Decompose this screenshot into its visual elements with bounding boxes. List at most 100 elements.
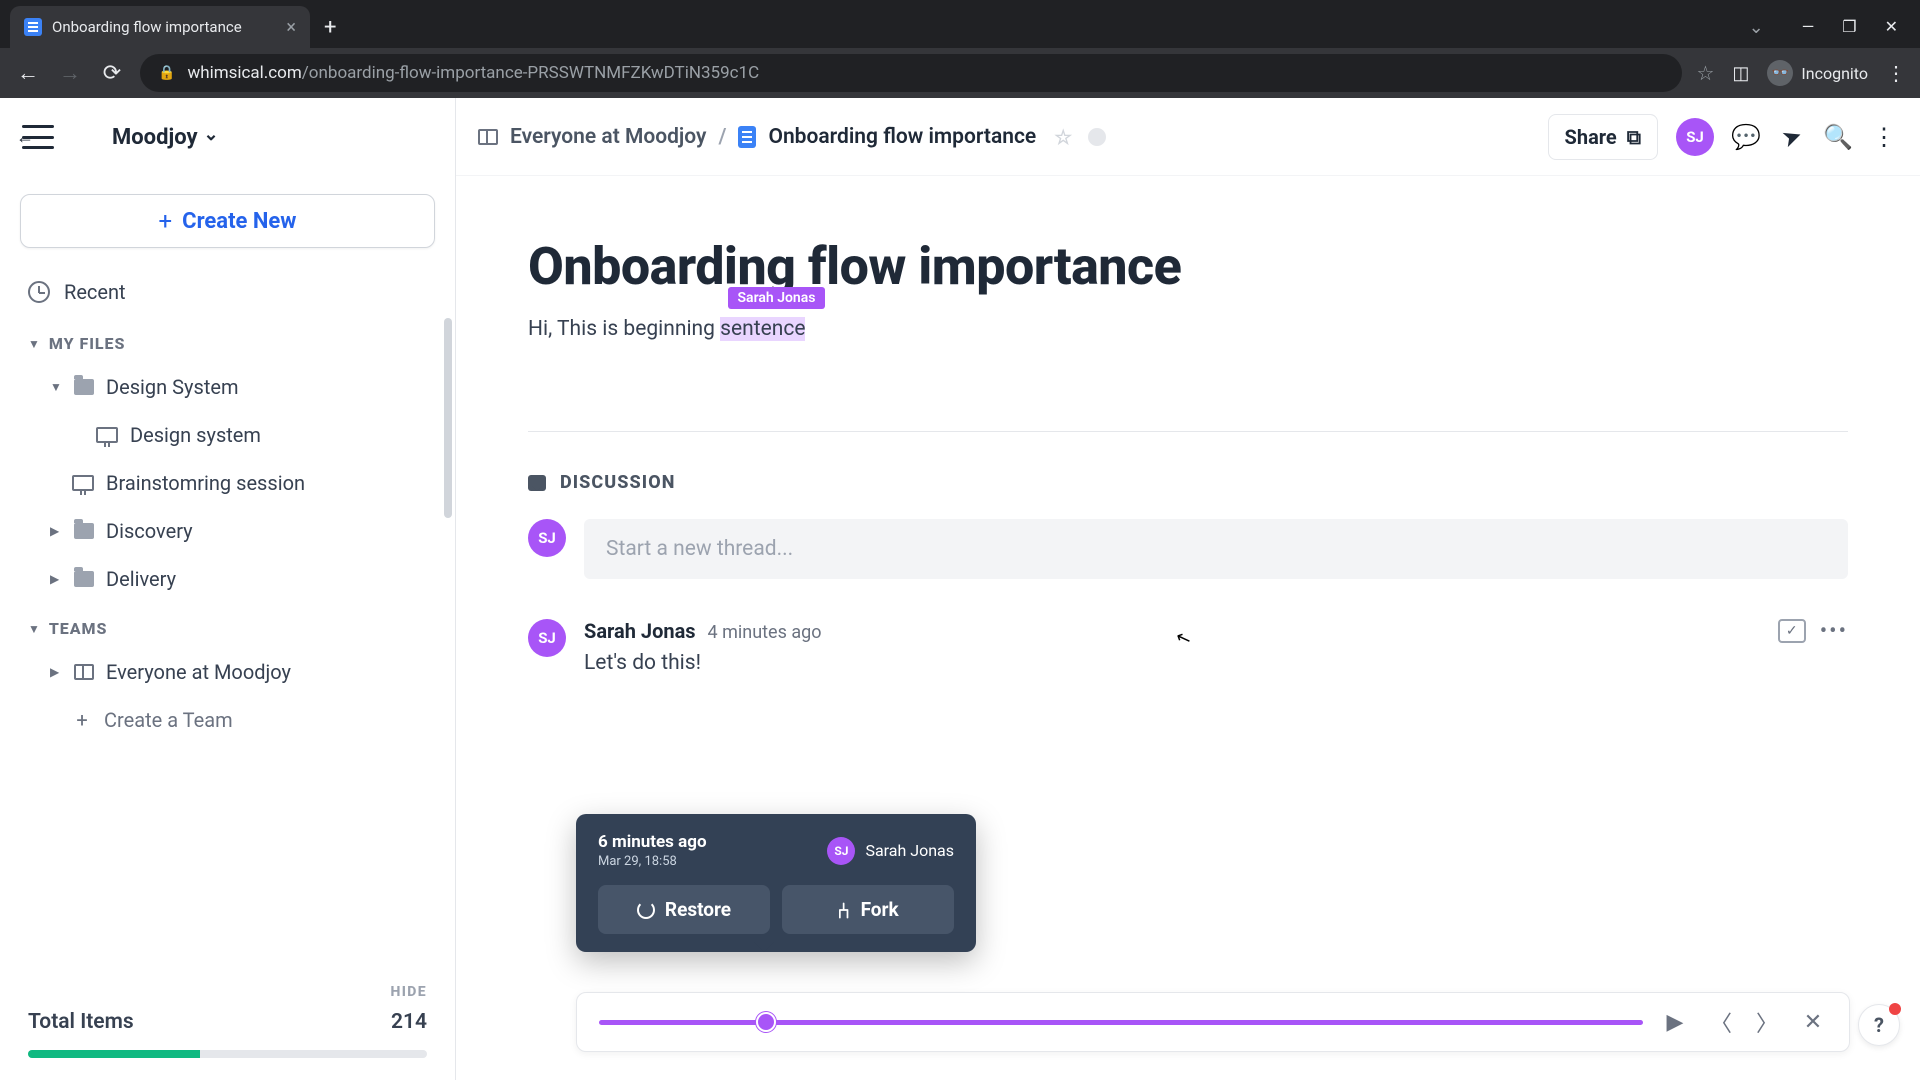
timeline-prev-button[interactable]: 〈 bbox=[1707, 1006, 1735, 1038]
team-icon bbox=[478, 129, 498, 145]
hide-button[interactable]: HIDE bbox=[28, 984, 427, 1000]
create-team-label: Create a Team bbox=[104, 708, 233, 732]
timeline-close-button[interactable]: ✕ bbox=[1799, 1010, 1827, 1035]
browser-forward-button: → bbox=[56, 59, 84, 87]
user-avatar[interactable]: SJ bbox=[1676, 118, 1714, 156]
bookmark-star-icon[interactable]: ☆ bbox=[1696, 61, 1714, 85]
version-time-absolute: Mar 29, 18:58 bbox=[598, 854, 707, 869]
create-new-button[interactable]: + Create New bbox=[20, 194, 435, 248]
breadcrumb-document[interactable]: Onboarding flow importance bbox=[768, 125, 1036, 149]
team-icon bbox=[74, 664, 94, 680]
file-brainstorming[interactable]: Brainstomring session bbox=[0, 459, 455, 507]
caret-right-icon: ▶ bbox=[50, 524, 62, 538]
folder-discovery[interactable]: ▶ Discovery bbox=[0, 507, 455, 555]
total-items-value: 214 bbox=[391, 1010, 427, 1034]
timeline-next-button[interactable]: 〉 bbox=[1753, 1006, 1781, 1038]
folder-delivery[interactable]: ▶ Delivery bbox=[0, 555, 455, 603]
text-selection: sentence bbox=[720, 317, 805, 341]
comments-icon[interactable]: 💬 bbox=[1732, 123, 1760, 151]
sidebar-collapse-button[interactable] bbox=[22, 125, 54, 149]
browser-tab-strip: Onboarding flow importance × + ⌄ — ❐ ✕ bbox=[0, 0, 1920, 48]
tab-close-icon[interactable]: × bbox=[286, 17, 296, 38]
create-team-button[interactable]: + Create a Team bbox=[0, 696, 455, 744]
team-label: Everyone at Moodjoy bbox=[106, 660, 291, 684]
tab-favicon bbox=[24, 18, 42, 36]
timeline-play-button[interactable]: ▶ bbox=[1661, 1010, 1689, 1035]
favorite-star-icon[interactable]: ☆ bbox=[1054, 125, 1072, 149]
fork-button[interactable]: Fork bbox=[782, 885, 954, 934]
file-design-system[interactable]: Design system bbox=[0, 411, 455, 459]
breadcrumb: Everyone at Moodjoy / Onboarding flow im… bbox=[478, 125, 1106, 149]
version-author-avatar: SJ bbox=[827, 837, 855, 865]
browser-tab[interactable]: Onboarding flow importance × bbox=[10, 6, 310, 48]
sync-status-icon bbox=[1088, 128, 1106, 146]
browser-reload-button[interactable]: ⟳ bbox=[98, 59, 126, 87]
folder-label: Discovery bbox=[106, 519, 193, 543]
browser-menu-icon[interactable]: ⋮ bbox=[1886, 61, 1906, 85]
restore-button[interactable]: Restore bbox=[598, 885, 770, 934]
history-timeline: ▶ 〈 〉 ✕ bbox=[576, 992, 1850, 1052]
send-icon[interactable]: ➤ bbox=[1774, 119, 1810, 155]
tab-title: Onboarding flow importance bbox=[52, 18, 242, 36]
window-minimize-icon[interactable]: — bbox=[1802, 17, 1815, 38]
incognito-label: Incognito bbox=[1801, 64, 1868, 83]
recent-label: Recent bbox=[64, 280, 126, 304]
sidebar-section-my-files[interactable]: ▼ MY FILES bbox=[0, 318, 455, 363]
restore-label: Restore bbox=[665, 898, 731, 921]
current-user-avatar: SJ bbox=[528, 519, 566, 557]
breadcrumb-separator: / bbox=[718, 125, 726, 149]
clock-icon bbox=[28, 281, 50, 303]
version-author-name: Sarah Jonas bbox=[865, 841, 954, 860]
document-header: Everyone at Moodjoy / Onboarding flow im… bbox=[456, 98, 1920, 176]
restore-icon bbox=[637, 901, 655, 919]
new-tab-button[interactable]: + bbox=[324, 15, 336, 40]
document-icon bbox=[738, 126, 756, 148]
extensions-icon[interactable]: ◫ bbox=[1732, 63, 1749, 84]
url-path: /onboarding-flow-importance-PRSSWTNMFZKw… bbox=[302, 63, 759, 83]
main-content: Everyone at Moodjoy / Onboarding flow im… bbox=[456, 98, 1920, 1080]
window-maximize-icon[interactable]: ❐ bbox=[1842, 17, 1856, 38]
more-menu-icon[interactable]: ⋮ bbox=[1870, 123, 1898, 151]
team-everyone[interactable]: ▶ Everyone at Moodjoy bbox=[0, 648, 455, 696]
folder-design-system[interactable]: ▼ Design System bbox=[0, 363, 455, 411]
sidebar-scrollbar[interactable] bbox=[444, 318, 452, 518]
timeline-handle[interactable] bbox=[756, 1012, 776, 1032]
browser-url-field[interactable]: 🔒 whimsical.com/onboarding-flow-importan… bbox=[140, 54, 1682, 92]
usage-progress bbox=[28, 1050, 427, 1058]
collaborator-cursor-tag: Sarah Jonas bbox=[728, 287, 826, 309]
comment-avatar: SJ bbox=[528, 619, 566, 657]
share-button[interactable]: Share ⧉ bbox=[1548, 114, 1658, 160]
workspace-selector[interactable]: Moodjoy bbox=[112, 125, 219, 150]
discussion-label: DISCUSSION bbox=[560, 472, 676, 493]
caret-right-icon: ▶ bbox=[50, 665, 62, 679]
tab-search-icon[interactable]: ⌄ bbox=[1749, 17, 1764, 38]
sidebar-section-teams[interactable]: ▼ TEAMS bbox=[0, 603, 455, 648]
board-icon bbox=[96, 427, 118, 443]
plus-icon: + bbox=[159, 207, 173, 235]
teams-label: TEAMS bbox=[49, 619, 108, 638]
fork-icon bbox=[837, 897, 850, 922]
incognito-icon: 👓 bbox=[1767, 60, 1793, 86]
window-close-icon[interactable]: ✕ bbox=[1885, 17, 1898, 38]
timeline-track[interactable] bbox=[599, 1020, 1643, 1025]
share-icon: ⧉ bbox=[1627, 125, 1641, 149]
comment-more-icon[interactable]: ••• bbox=[1820, 619, 1848, 644]
url-domain: whimsical.com bbox=[187, 63, 301, 83]
discussion-heading: DISCUSSION bbox=[528, 472, 1848, 493]
breadcrumb-root[interactable]: Everyone at Moodjoy bbox=[510, 125, 706, 149]
help-button[interactable]: ? bbox=[1858, 1004, 1900, 1046]
sidebar-item-recent[interactable]: Recent bbox=[0, 266, 455, 318]
resolve-comment-icon[interactable]: ✓ bbox=[1778, 619, 1806, 643]
browser-address-bar: ← → ⟳ 🔒 whimsical.com/onboarding-flow-im… bbox=[0, 48, 1920, 98]
total-items-label: Total Items bbox=[28, 1010, 134, 1034]
document-text[interactable]: Hi, This is beginning sentence Sarah Jon… bbox=[528, 317, 805, 341]
share-label: Share bbox=[1565, 125, 1617, 149]
board-icon bbox=[72, 475, 94, 491]
document-title[interactable]: Onboarding flow importance bbox=[528, 236, 1848, 297]
my-files-label: MY FILES bbox=[49, 334, 126, 353]
search-icon[interactable]: 🔍 bbox=[1824, 123, 1852, 151]
divider bbox=[528, 431, 1848, 432]
browser-back-button[interactable]: ← bbox=[14, 59, 42, 87]
folder-icon bbox=[74, 379, 94, 395]
new-thread-input[interactable]: Start a new thread... bbox=[584, 519, 1848, 579]
